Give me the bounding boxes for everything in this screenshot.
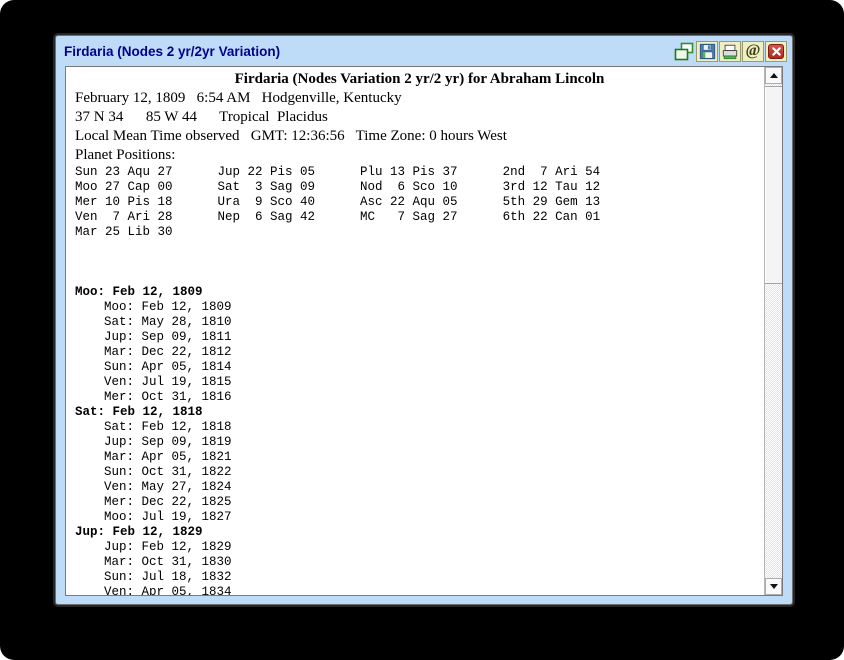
vertical-scrollbar[interactable] <box>764 67 782 595</box>
report-title: Firdaria (Nodes Variation 2 yr/2 yr) for… <box>234 71 605 87</box>
planet-positions-label: Planet Positions: <box>75 147 176 163</box>
firdaria-period-header: Jup: Feb 12, 1829 <box>75 525 203 539</box>
overlapping-windows-icon <box>674 42 694 61</box>
firdaria-subperiod-row: Jup: Feb 12, 1829 <box>104 540 232 554</box>
firdaria-period-header: Sat: Feb 12, 1818 <box>75 405 203 419</box>
firdaria-subperiod-row: Moo: Feb 12, 1809 <box>104 300 232 314</box>
scroll-down-icon <box>769 584 778 589</box>
planet-positions-row: Mer 10 Pis 18 Ura 9 Sco 40 Asc 22 Aqu 05… <box>75 195 601 209</box>
coordinates-line: 37 N 34 85 W 44 Tropical Placidus <box>75 109 328 125</box>
firdaria-subperiod-row: Sat: May 28, 1810 <box>104 315 232 329</box>
time-zone-line: Local Mean Time observed GMT: 12:36:56 T… <box>75 128 507 144</box>
screenshot-background: Firdaria (Nodes 2 yr/2yr Variation) @ Fi… <box>0 0 844 660</box>
planet-positions-row: Mar 25 Lib 30 <box>75 225 173 239</box>
firdaria-subperiod-row: Mar: Oct 31, 1830 <box>104 555 232 569</box>
firdaria-subperiod-row: Sat: Feb 12, 1818 <box>104 420 232 434</box>
firdaria-subperiod-row: Sun: Oct 31, 1822 <box>104 465 232 479</box>
scrollbar-thumb[interactable] <box>765 86 782 284</box>
save-icon <box>699 43 716 60</box>
print-button[interactable] <box>719 40 741 62</box>
firdaria-subperiod-row: Sun: Apr 05, 1814 <box>104 360 232 374</box>
window-titlebar[interactable]: Firdaria (Nodes 2 yr/2yr Variation) @ <box>56 36 792 66</box>
printer-icon <box>721 43 739 60</box>
scroll-down-button[interactable] <box>765 578 782 595</box>
firdaria-subperiod-row: Moo: Jul 19, 1827 <box>104 510 232 524</box>
firdaria-subperiod-row: Jup: Sep 09, 1811 <box>104 330 232 344</box>
blank-gap <box>75 240 764 285</box>
planet-positions-row: Sun 23 Aqu 27 Jup 22 Pis 05 Plu 13 Pis 3… <box>75 165 601 179</box>
window-title: Firdaria (Nodes 2 yr/2yr Variation) <box>64 43 281 59</box>
firdaria-subperiod-row: Mar: Dec 22, 1812 <box>104 345 232 359</box>
firdaria-subperiod-row: Ven: Apr 05, 1834 <box>104 585 232 595</box>
firdaria-period-header: Moo: Feb 12, 1809 <box>75 285 203 299</box>
email-button[interactable]: @ <box>742 40 764 62</box>
planet-positions-row: Moo 27 Cap 00 Sat 3 Sag 09 Nod 6 Sco 10 … <box>75 180 601 194</box>
firdaria-subperiod-row: Ven: May 27, 1824 <box>104 480 232 494</box>
firdaria-subperiod-row: Sun: Jul 18, 1832 <box>104 570 232 584</box>
report-text: Firdaria (Nodes Variation 2 yr/2 yr) for… <box>66 67 764 595</box>
email-at-icon: @ <box>745 42 761 59</box>
app-window: Firdaria (Nodes 2 yr/2yr Variation) @ Fi… <box>55 35 793 605</box>
planet-positions-row: Ven 7 Ari 28 Nep 6 Sag 42 MC 7 Sag 27 6t… <box>75 210 601 224</box>
birth-data-line: February 12, 1809 6:54 AM Hodgenville, K… <box>75 90 402 106</box>
scroll-up-button[interactable] <box>765 67 782 84</box>
firdaria-subperiod-row: Mar: Apr 05, 1821 <box>104 450 232 464</box>
firdaria-subperiod-row: Mer: Dec 22, 1825 <box>104 495 232 509</box>
scroll-up-icon <box>769 73 778 78</box>
scrollbar-track[interactable] <box>765 84 782 578</box>
close-icon <box>768 43 784 59</box>
titlebar-toolbar: @ <box>673 40 787 62</box>
new-window-button[interactable] <box>673 41 695 62</box>
firdaria-subperiod-row: Jup: Sep 09, 1819 <box>104 435 232 449</box>
firdaria-subperiod-row: Mer: Oct 31, 1816 <box>104 390 232 404</box>
report-content-area: Firdaria (Nodes Variation 2 yr/2 yr) for… <box>65 66 783 596</box>
save-button[interactable] <box>696 40 718 62</box>
firdaria-subperiod-row: Ven: Jul 19, 1815 <box>104 375 232 389</box>
close-button[interactable] <box>765 40 787 62</box>
